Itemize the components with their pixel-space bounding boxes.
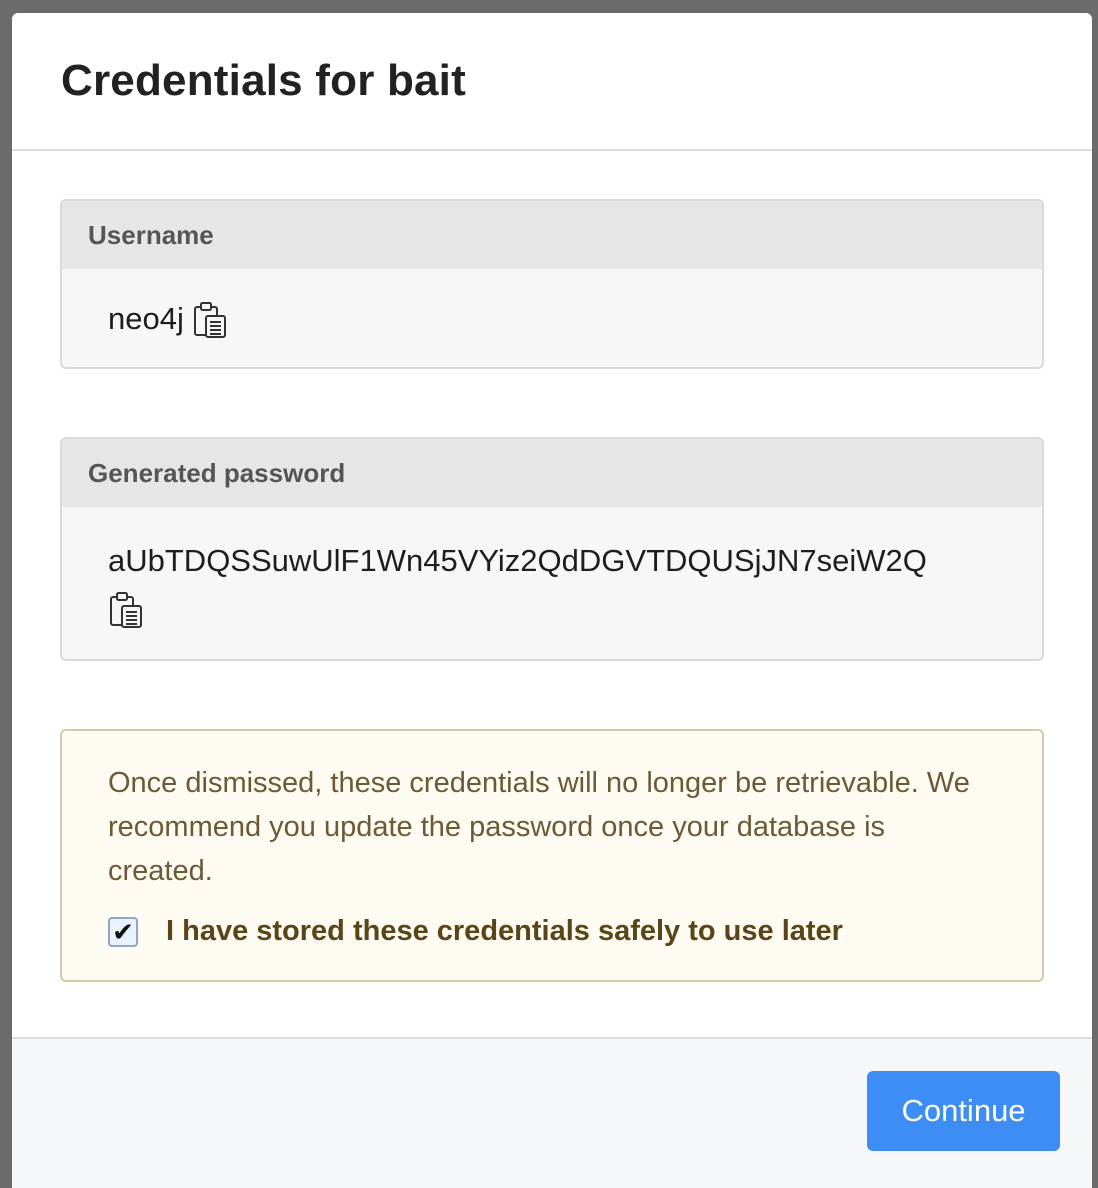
dialog-title: Credentials for bait	[61, 56, 466, 105]
warning-message: Once dismissed, these credentials will n…	[108, 767, 970, 887]
credentials-dialog: Credentials for bait Username neo4j Gene…	[12, 13, 1092, 1188]
warning-panel: Once dismissed, these credentials will n…	[60, 729, 1044, 982]
clipboard-icon[interactable]	[192, 301, 228, 339]
confirm-checkbox[interactable]: ✔	[108, 916, 138, 947]
password-value: aUbTDQSSuwUlF1Wn45VYiz2QdDGVTDQUSjJN7sei…	[108, 543, 927, 578]
username-value: neo4j	[108, 301, 184, 336]
checkmark-icon: ✔	[112, 916, 134, 947]
clipboard-icon[interactable]	[108, 591, 144, 629]
password-panel: Generated password aUbTDQSSuwUlF1Wn45VYi…	[60, 437, 1044, 661]
password-value-row: aUbTDQSSuwUlF1Wn45VYiz2QdDGVTDQUSjJN7sei…	[62, 507, 1042, 659]
continue-button[interactable]: Continue	[867, 1071, 1060, 1151]
username-value-row: neo4j	[62, 269, 1042, 367]
username-panel: Username neo4j	[60, 199, 1044, 369]
confirm-row[interactable]: ✔ I have stored these credentials safely…	[108, 915, 996, 948]
confirm-checkbox-label[interactable]: I have stored these credentials safely t…	[166, 915, 843, 948]
username-label: Username	[62, 201, 1042, 269]
dialog-header: Credentials for bait	[12, 13, 1092, 151]
password-label: Generated password	[62, 439, 1042, 507]
dialog-footer: Continue	[12, 1037, 1092, 1188]
dialog-body: Username neo4j Generated password aUbTDQ…	[12, 151, 1092, 1038]
